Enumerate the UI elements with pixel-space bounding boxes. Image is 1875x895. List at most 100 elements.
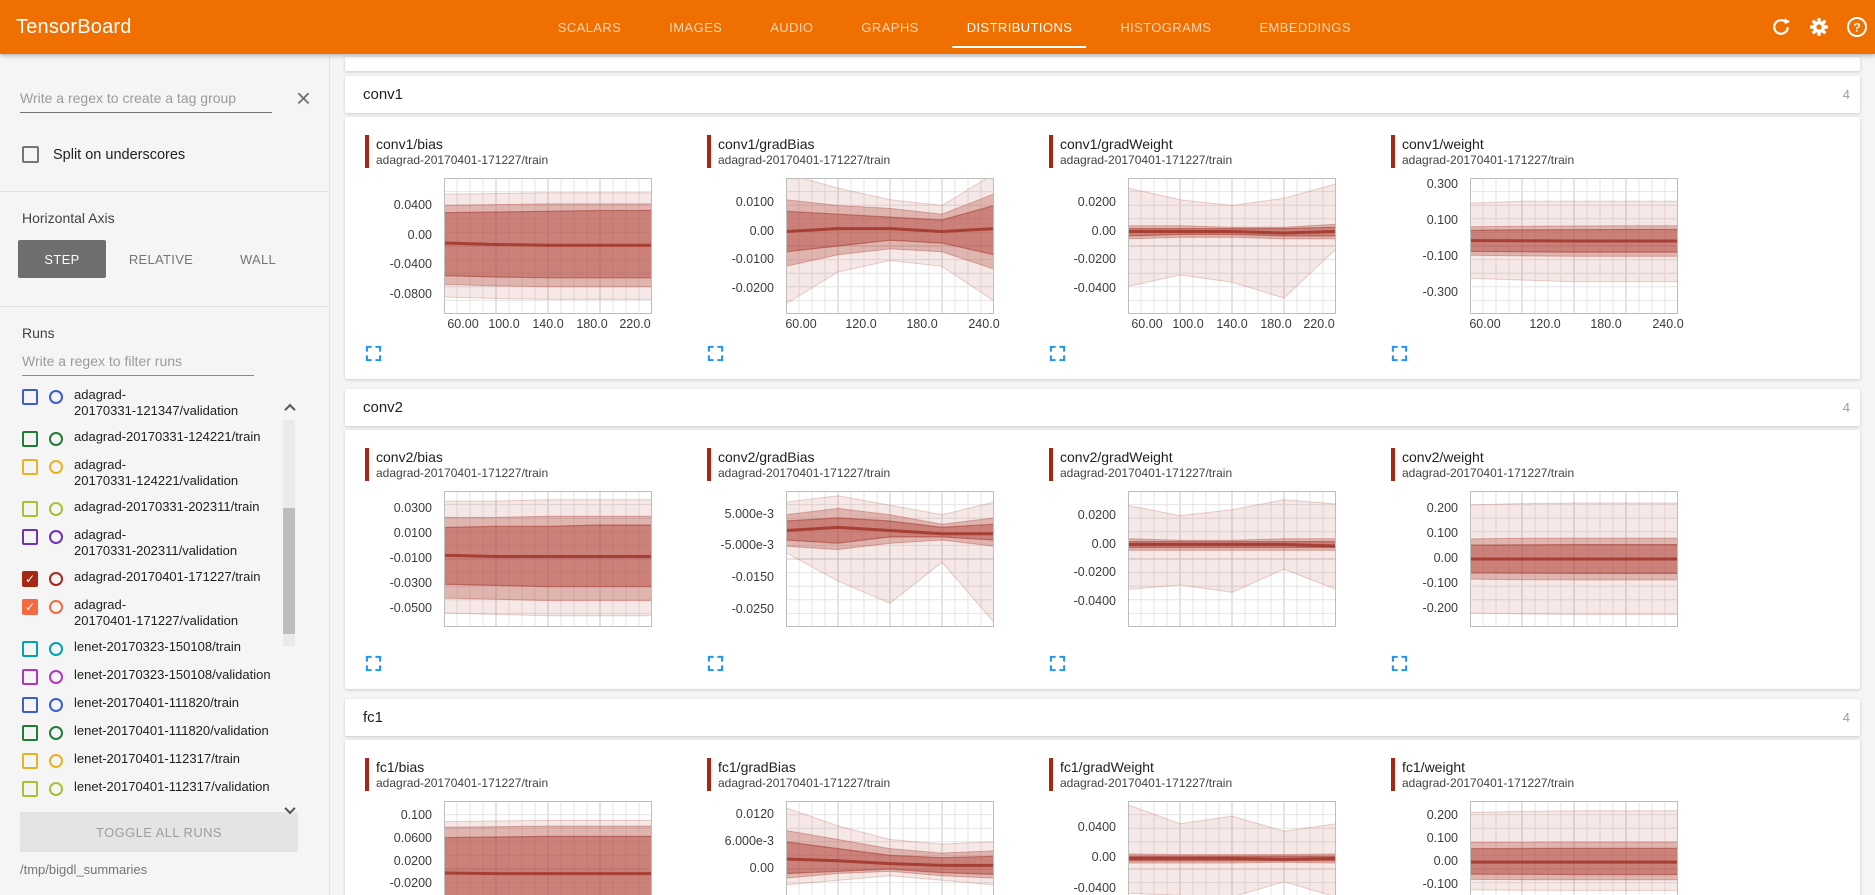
chart-plot[interactable] [1470, 491, 1678, 627]
run-radio[interactable] [49, 726, 63, 740]
tag-regex-input[interactable] [20, 84, 272, 113]
chart-plot[interactable] [786, 801, 994, 895]
expand-icon[interactable] [707, 655, 724, 672]
run-radio[interactable] [49, 754, 63, 768]
expand-icon[interactable] [1049, 655, 1066, 672]
expand-icon[interactable] [1391, 655, 1408, 672]
axis-mode-step[interactable]: STEP [18, 240, 106, 278]
plot-area: 0.04000.00-0.0400 [1035, 801, 1377, 895]
tab-images[interactable]: IMAGES [645, 0, 746, 54]
tag-group-header[interactable]: conv24 [345, 389, 1860, 426]
help-icon[interactable]: ? [1845, 15, 1869, 39]
run-checkbox[interactable] [22, 725, 38, 741]
run-radio[interactable] [49, 670, 63, 684]
tag-group-count: 4 [1843, 400, 1852, 415]
run-checkbox[interactable]: ✓ [22, 599, 38, 615]
run-checkbox[interactable] [22, 781, 38, 797]
run-radio[interactable] [49, 460, 63, 474]
run-checkbox[interactable] [22, 697, 38, 713]
run-checkbox[interactable] [22, 753, 38, 769]
expand-icon[interactable] [707, 345, 724, 362]
expand-icon[interactable] [365, 345, 382, 362]
run-radio[interactable] [49, 502, 63, 516]
scroll-down-icon[interactable] [284, 804, 296, 816]
expand-icon[interactable] [365, 655, 382, 672]
run-radio[interactable] [49, 698, 63, 712]
run-checkbox[interactable] [22, 459, 38, 475]
y-tick-label: 6.000e-3 [725, 834, 774, 848]
run-item[interactable]: ✓adagrad-20170401-171227/train [0, 564, 329, 592]
run-checkbox[interactable] [22, 389, 38, 405]
tab-distributions[interactable]: DISTRIBUTIONS [943, 0, 1097, 54]
run-radio[interactable] [49, 642, 63, 656]
run-item[interactable]: lenet-20170401-111820/validation [0, 718, 329, 746]
run-item[interactable]: lenet-20170401-112317/validation [0, 774, 329, 802]
chart-plot[interactable] [1470, 178, 1678, 314]
run-item[interactable]: adagrad-20170331-202311/train [0, 494, 329, 522]
run-item[interactable]: ✓adagrad-20170401-171227/validation [0, 592, 329, 634]
close-icon[interactable]: × [296, 86, 311, 110]
run-checkbox[interactable] [22, 501, 38, 517]
chart-card: fc1/gradWeightadagrad-20170401-171227/tr… [1035, 758, 1377, 895]
chart-plot[interactable] [444, 178, 652, 314]
charts-row: conv1/biasadagrad-20170401-171227/train0… [351, 135, 1860, 369]
scroll-up-icon[interactable] [284, 402, 296, 414]
chart-titles: conv2/gradBiasadagrad-20170401-171227/tr… [718, 448, 890, 481]
tab-graphs[interactable]: GRAPHS [837, 0, 942, 54]
run-label: lenet-20170401-112317/train [74, 751, 240, 767]
plot-area: 0.02000.00-0.0200-0.0400 [1035, 491, 1377, 627]
split-underscores-checkbox[interactable]: Split on underscores [22, 146, 309, 163]
run-radio[interactable] [49, 600, 63, 614]
run-radio[interactable] [49, 572, 63, 586]
chart-plot[interactable] [786, 491, 994, 627]
run-radio[interactable] [49, 390, 63, 404]
run-radio[interactable] [49, 432, 63, 446]
y-tick-label: 0.00 [750, 224, 774, 238]
run-item[interactable]: adagrad-20170331-124221/validation [0, 452, 329, 494]
tab-audio[interactable]: AUDIO [746, 0, 837, 54]
run-radio[interactable] [49, 782, 63, 796]
chart-plot[interactable] [444, 491, 652, 627]
run-item[interactable]: lenet-20170401-112317/train [0, 746, 329, 774]
run-item[interactable]: lenet-20170401-111820/train [0, 690, 329, 718]
run-checkbox[interactable] [22, 641, 38, 657]
run-item[interactable]: adagrad-20170331-124221/train [0, 424, 329, 452]
axis-mode-wall[interactable]: WALL [216, 240, 300, 278]
run-item[interactable]: adagrad-20170331-202311/validation [0, 522, 329, 564]
tag-group-header[interactable]: conv14 [345, 76, 1860, 113]
axis-mode-relative[interactable]: RELATIVE [106, 240, 216, 278]
x-axis-labels: 60.00120.0180.0240.0 [1470, 314, 1678, 331]
divider [0, 306, 329, 307]
refresh-icon[interactable] [1769, 15, 1793, 39]
expand-icon[interactable] [1391, 345, 1408, 362]
chart-plot[interactable] [1128, 801, 1336, 895]
run-radio[interactable] [49, 530, 63, 544]
runs-scrollbar-thumb[interactable] [283, 508, 295, 634]
run-item[interactable]: adagrad-20170331-121347/validation [0, 382, 329, 424]
run-item[interactable]: lenet-20170323-150108/validation [0, 662, 329, 690]
run-item[interactable]: lenet-20170323-150108/train [0, 634, 329, 662]
toggle-all-runs-button[interactable]: TOGGLE ALL RUNS [20, 812, 298, 852]
chart-plot[interactable] [1128, 178, 1336, 314]
chart-run-name: adagrad-20170401-171227/train [1060, 776, 1232, 791]
chart-title: fc1/weight [1402, 758, 1574, 776]
chart-plot[interactable] [444, 801, 652, 895]
chart-plot[interactable] [786, 178, 994, 314]
chart-header: conv1/gradWeightadagrad-20170401-171227/… [1049, 135, 1377, 168]
run-checkbox[interactable] [22, 669, 38, 685]
chart-actions [1391, 655, 1719, 673]
tab-histograms[interactable]: HISTOGRAMS [1096, 0, 1235, 54]
chart-plot[interactable] [1470, 801, 1678, 895]
runs-regex-input[interactable] [22, 347, 254, 376]
run-checkbox[interactable] [22, 431, 38, 447]
tab-scalars[interactable]: SCALARS [534, 0, 646, 54]
y-axis-labels: 0.02000.00-0.0200-0.0400 [1035, 491, 1122, 627]
chart-plot[interactable] [1128, 491, 1336, 627]
settings-icon[interactable] [1807, 15, 1831, 39]
tag-group-header[interactable]: fc14 [345, 699, 1860, 736]
run-checkbox[interactable] [22, 529, 38, 545]
run-checkbox[interactable]: ✓ [22, 571, 38, 587]
tag-group-title: conv1 [363, 86, 1843, 103]
expand-icon[interactable] [1049, 345, 1066, 362]
tab-embeddings[interactable]: EMBEDDINGS [1235, 0, 1374, 54]
